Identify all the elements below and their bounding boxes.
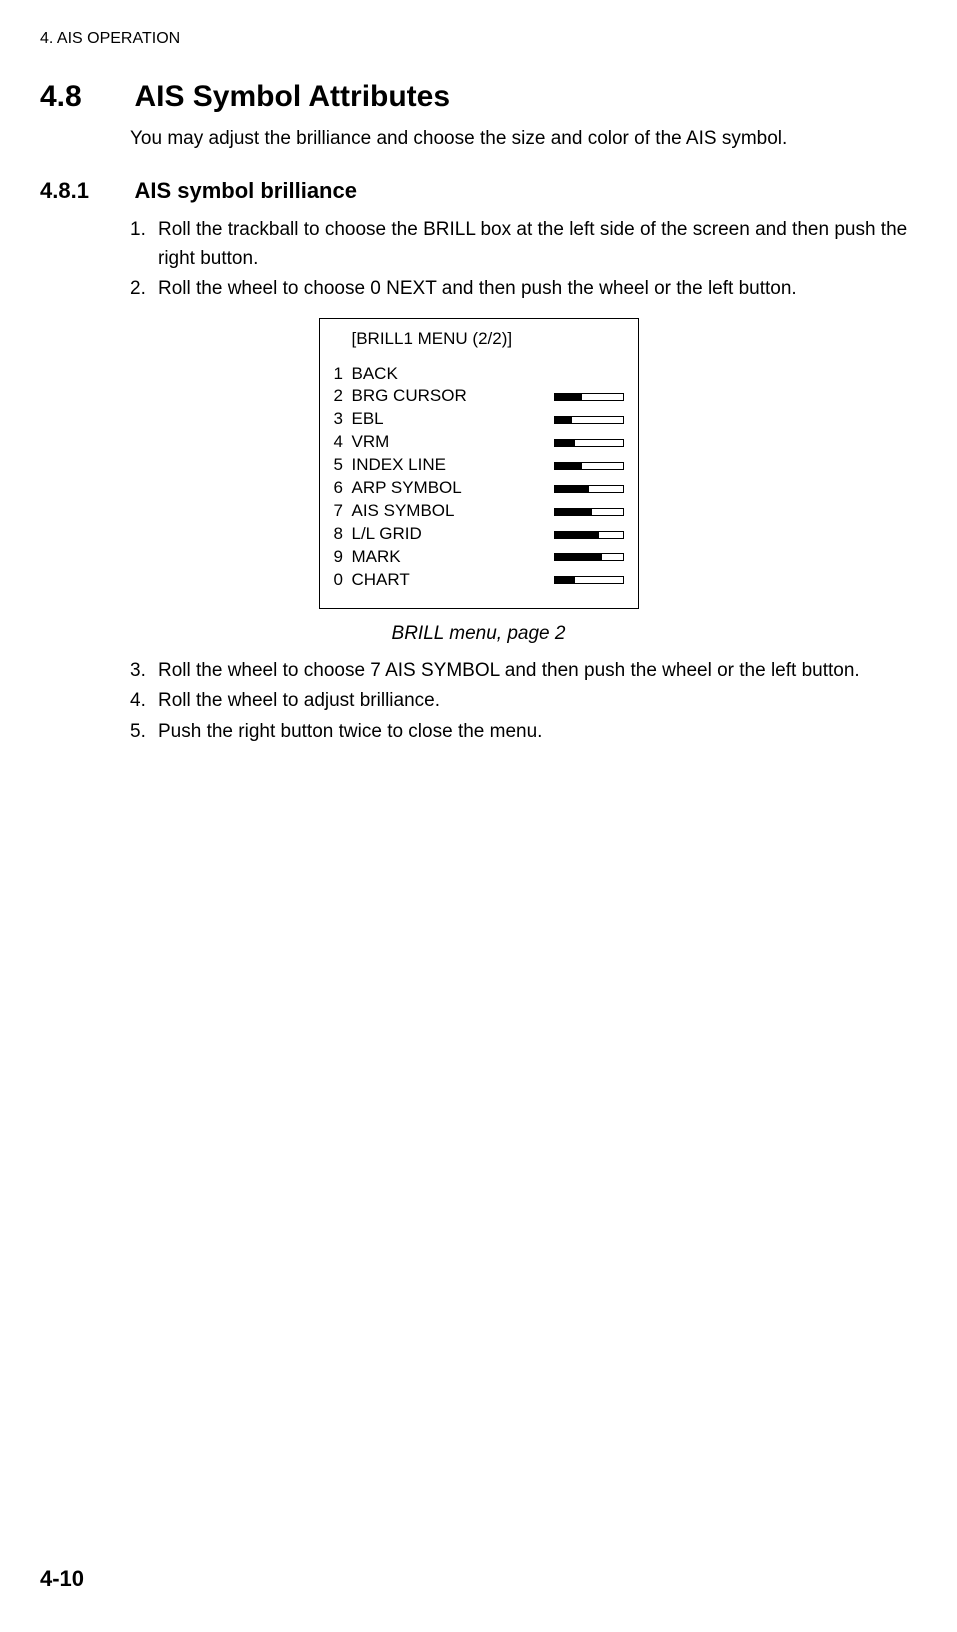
menu-item-number: 8 bbox=[334, 523, 352, 546]
list-text: Roll the wheel to adjust brilliance. bbox=[158, 687, 917, 716]
menu-item-number: 5 bbox=[334, 454, 352, 477]
section-heading: 4.8 AIS Symbol Attributes bbox=[40, 80, 917, 114]
menu-item-label: EBL bbox=[352, 408, 554, 431]
menu-item-label: BACK bbox=[352, 363, 624, 386]
menu-title: [BRILL1 MENU (2/2)] bbox=[352, 329, 624, 349]
slider-track bbox=[554, 393, 624, 401]
list-text: Roll the wheel to choose 7 AIS SYMBOL an… bbox=[158, 657, 917, 686]
slider-track bbox=[554, 508, 624, 516]
page-number: 4-10 bbox=[40, 1566, 84, 1592]
menu-item-number: 9 bbox=[334, 546, 352, 569]
brilliance-slider bbox=[554, 553, 624, 561]
steps-after-list: 3. Roll the wheel to choose 7 AIS SYMBOL… bbox=[130, 657, 917, 747]
menu-item-label: ARP SYMBOL bbox=[352, 477, 554, 500]
slider-track bbox=[554, 485, 624, 493]
brilliance-slider bbox=[554, 531, 624, 539]
section-number: 4.8 bbox=[40, 80, 130, 114]
menu-row: 1BACK bbox=[334, 363, 624, 386]
menu-row: 0CHART bbox=[334, 569, 624, 592]
list-number: 1. bbox=[130, 216, 158, 273]
list-number: 4. bbox=[130, 687, 158, 716]
figure-caption: BRILL menu, page 2 bbox=[40, 623, 917, 645]
menu-item-number: 3 bbox=[334, 408, 352, 431]
brill-menu-box: [BRILL1 MENU (2/2)] 1BACK2BRG CURSOR3EBL… bbox=[319, 318, 639, 609]
brilliance-slider bbox=[554, 416, 624, 424]
list-item: 4. Roll the wheel to adjust brilliance. bbox=[130, 687, 917, 716]
slider-track bbox=[554, 416, 624, 424]
list-number: 5. bbox=[130, 718, 158, 747]
slider-track bbox=[554, 462, 624, 470]
slider-fill bbox=[555, 463, 582, 469]
list-text: Roll the trackball to choose the BRILL b… bbox=[158, 216, 917, 273]
brilliance-slider bbox=[554, 485, 624, 493]
list-number: 2. bbox=[130, 275, 158, 304]
subsection-number: 4.8.1 bbox=[40, 178, 130, 204]
list-item: 2. Roll the wheel to choose 0 NEXT and t… bbox=[130, 275, 917, 304]
menu-item-label: L/L GRID bbox=[352, 523, 554, 546]
section-title: AIS Symbol Attributes bbox=[134, 80, 450, 114]
menu-item-number: 1 bbox=[334, 363, 352, 386]
slider-fill bbox=[555, 394, 582, 400]
subsection-heading: 4.8.1 AIS symbol brilliance bbox=[40, 178, 917, 204]
menu-row: 7AIS SYMBOL bbox=[334, 500, 624, 523]
list-text: Roll the wheel to choose 0 NEXT and then… bbox=[158, 275, 917, 304]
menu-row: 2BRG CURSOR bbox=[334, 385, 624, 408]
subsection-title: AIS symbol brilliance bbox=[134, 178, 357, 204]
menu-item-label: CHART bbox=[352, 569, 554, 592]
list-item: 1. Roll the trackball to choose the BRIL… bbox=[130, 216, 917, 273]
slider-fill bbox=[555, 532, 599, 538]
menu-item-label: VRM bbox=[352, 431, 554, 454]
menu-item-number: 0 bbox=[334, 569, 352, 592]
menu-item-label: AIS SYMBOL bbox=[352, 500, 554, 523]
list-item: 5. Push the right button twice to close … bbox=[130, 718, 917, 747]
menu-row: 8L/L GRID bbox=[334, 523, 624, 546]
list-number: 3. bbox=[130, 657, 158, 686]
slider-fill bbox=[555, 486, 589, 492]
list-item: 3. Roll the wheel to choose 7 AIS SYMBOL… bbox=[130, 657, 917, 686]
slider-track bbox=[554, 553, 624, 561]
menu-row: 9MARK bbox=[334, 546, 624, 569]
menu-item-number: 4 bbox=[334, 431, 352, 454]
menu-item-number: 7 bbox=[334, 500, 352, 523]
slider-fill bbox=[555, 440, 575, 446]
slider-fill bbox=[555, 509, 592, 515]
menu-item-number: 2 bbox=[334, 385, 352, 408]
menu-row: 6ARP SYMBOL bbox=[334, 477, 624, 500]
slider-fill bbox=[555, 554, 603, 560]
menu-row: 4VRM bbox=[334, 431, 624, 454]
menu-row: 3EBL bbox=[334, 408, 624, 431]
menu-row: 5INDEX LINE bbox=[334, 454, 624, 477]
brilliance-slider bbox=[554, 462, 624, 470]
menu-item-label: MARK bbox=[352, 546, 554, 569]
brilliance-slider bbox=[554, 576, 624, 584]
section-intro: You may adjust the brilliance and choose… bbox=[130, 128, 917, 150]
menu-item-label: INDEX LINE bbox=[352, 454, 554, 477]
menu-item-label: BRG CURSOR bbox=[352, 385, 554, 408]
brilliance-slider bbox=[554, 508, 624, 516]
slider-track bbox=[554, 531, 624, 539]
list-text: Push the right button twice to close the… bbox=[158, 718, 917, 747]
slider-fill bbox=[555, 417, 572, 423]
brilliance-slider bbox=[554, 393, 624, 401]
slider-track bbox=[554, 439, 624, 447]
slider-fill bbox=[555, 577, 575, 583]
page-header: 4. AIS OPERATION bbox=[40, 30, 917, 48]
steps-before-list: 1. Roll the trackball to choose the BRIL… bbox=[130, 216, 917, 304]
brilliance-slider bbox=[554, 439, 624, 447]
menu-item-number: 6 bbox=[334, 477, 352, 500]
slider-track bbox=[554, 576, 624, 584]
